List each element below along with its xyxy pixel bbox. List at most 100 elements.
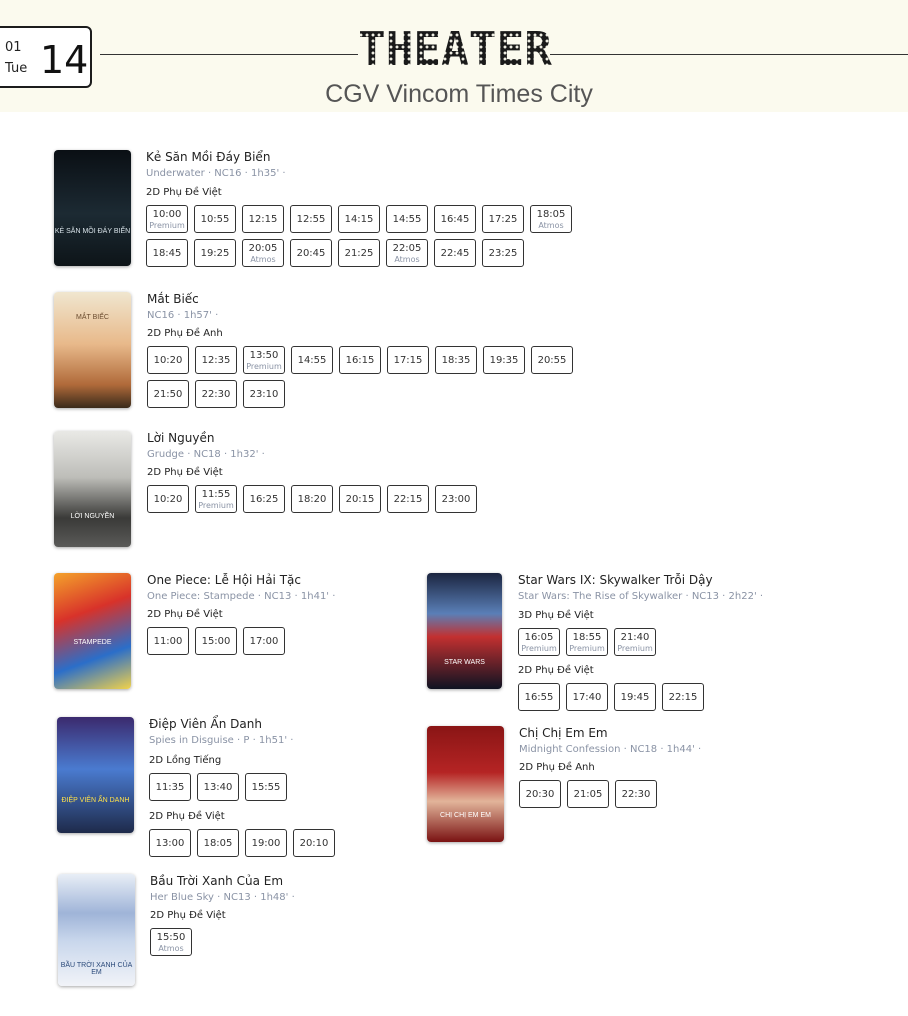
- date-month: 01: [5, 40, 22, 55]
- showtime-button[interactable]: 11:35: [149, 773, 191, 801]
- movie-meta: Spies in Disguise · P · 1h51' ·: [149, 735, 294, 746]
- showtime-button[interactable]: 15:50 Atmos: [150, 928, 192, 956]
- showtime-button[interactable]: 12:15: [242, 205, 284, 233]
- showtime-button[interactable]: 17:25: [482, 205, 524, 233]
- showtime-button[interactable]: 16:25: [243, 485, 285, 513]
- showtime-button[interactable]: 22:30: [195, 380, 237, 408]
- showtime-button[interactable]: 17:00: [243, 627, 285, 655]
- showtime-button[interactable]: 21:05: [567, 780, 609, 808]
- showtime-button[interactable]: 14:55: [291, 346, 333, 374]
- movie-title[interactable]: Star Wars IX: Skywalker Trỗi Dậy: [518, 573, 713, 587]
- showtime-button[interactable]: 16:15: [339, 346, 381, 374]
- movie-meta: Her Blue Sky · NC13 · 1h48' ·: [150, 892, 295, 903]
- showtime-button[interactable]: 18:35: [435, 346, 477, 374]
- showtime-button[interactable]: 17:15: [387, 346, 429, 374]
- showtime-button[interactable]: 16:55: [518, 683, 560, 711]
- showtime-time: 13:00: [155, 838, 185, 849]
- showtime-button[interactable]: 20:55: [531, 346, 573, 374]
- showtime-time: 20:05: [248, 243, 278, 254]
- movie-poster[interactable]: STAMPEDE: [54, 573, 131, 689]
- showtime-button[interactable]: 18:20: [291, 485, 333, 513]
- showtime-button[interactable]: 10:55: [194, 205, 236, 233]
- showtime-time: 15:50: [156, 932, 186, 943]
- showtime-button[interactable]: 20:15: [339, 485, 381, 513]
- showtime-button[interactable]: 20:10: [293, 829, 335, 857]
- movie-poster[interactable]: CHỊ CHỊ EM EM: [427, 726, 504, 842]
- showtime-time: 18:45: [152, 248, 182, 259]
- showtime-button[interactable]: 17:40: [566, 683, 608, 711]
- movie-poster[interactable]: LỜI NGUYỀN: [54, 431, 131, 547]
- showtime-time: 21:50: [153, 389, 183, 400]
- movie-title[interactable]: Chị Chị Em Em: [519, 726, 608, 740]
- showtime-button[interactable]: 20:05 Atmos: [242, 239, 284, 267]
- showtime-time: 22:15: [668, 692, 698, 703]
- showtime-button[interactable]: 23:25: [482, 239, 524, 267]
- showtime-time: 22:15: [393, 494, 423, 505]
- showtime-button[interactable]: 19:00: [245, 829, 287, 857]
- showtime-button[interactable]: 23:00: [435, 485, 477, 513]
- showtime-time: 23:10: [249, 389, 279, 400]
- showtime-time: 19:45: [620, 692, 650, 703]
- movie-poster[interactable]: STAR WARS: [427, 573, 502, 689]
- showtime-time: 21:40: [620, 632, 650, 643]
- showtime-button[interactable]: 11:00: [147, 627, 189, 655]
- movie-poster[interactable]: MẮT BIẾC: [54, 292, 131, 408]
- showtime-button[interactable]: 15:55: [245, 773, 287, 801]
- showtime-time: 16:45: [440, 214, 470, 225]
- showtime-button[interactable]: 18:05: [197, 829, 239, 857]
- showtime-time: 12:55: [296, 214, 326, 225]
- showtime-button[interactable]: 22:30: [615, 780, 657, 808]
- movie-title[interactable]: Điệp Viên Ẩn Danh: [149, 717, 262, 731]
- movie-title[interactable]: Bầu Trời Xanh Của Em: [150, 874, 283, 888]
- showtime-time: 16:55: [524, 692, 554, 703]
- showtime-button[interactable]: 22:15: [387, 485, 429, 513]
- showtime-button[interactable]: 10:20: [147, 346, 189, 374]
- showtime-button[interactable]: 21:25: [338, 239, 380, 267]
- movie-poster[interactable]: BẦU TRỜI XANH CỦA EM: [58, 874, 135, 986]
- showtime-button[interactable]: 13:40: [197, 773, 239, 801]
- showtime-button[interactable]: 18:45: [146, 239, 188, 267]
- showtime-button[interactable]: 19:45: [614, 683, 656, 711]
- showtime-button[interactable]: 22:05 Atmos: [386, 239, 428, 267]
- showtime-button[interactable]: 14:55: [386, 205, 428, 233]
- showtime-button[interactable]: 11:55 Premium: [195, 485, 237, 513]
- showtime-time: 18:05: [536, 209, 566, 220]
- poster-title-text: STAR WARS: [444, 659, 485, 666]
- showtime-button[interactable]: 21:50: [147, 380, 189, 408]
- showtime-button[interactable]: 15:00: [195, 627, 237, 655]
- format-label: 2D Phụ Đề Việt: [518, 665, 594, 676]
- movie-title[interactable]: Kẻ Săn Mồi Đáy Biển: [146, 150, 270, 164]
- movie-title[interactable]: Mắt Biếc: [147, 292, 199, 306]
- movie-title[interactable]: One Piece: Lễ Hội Hải Tặc: [147, 573, 301, 587]
- showtime-button[interactable]: 14:15: [338, 205, 380, 233]
- showtime-button[interactable]: 13:50 Premium: [243, 346, 285, 374]
- showtime-button[interactable]: 18:55 Premium: [566, 628, 608, 656]
- showtime-button[interactable]: 16:45: [434, 205, 476, 233]
- showtime-button[interactable]: 19:35: [483, 346, 525, 374]
- showtime-button[interactable]: 18:05 Atmos: [530, 205, 572, 233]
- showtime-button[interactable]: 10:00 Premium: [146, 205, 188, 233]
- movie-poster[interactable]: ĐIỆP VIÊN ẨN DANH: [57, 717, 134, 833]
- showtime-button[interactable]: 21:40 Premium: [614, 628, 656, 656]
- showtime-time: 11:00: [153, 636, 183, 647]
- showtime-button[interactable]: 19:25: [194, 239, 236, 267]
- movie-meta: Star Wars: The Rise of Skywalker · NC13 …: [518, 591, 764, 602]
- showtime-tag: Atmos: [394, 255, 420, 264]
- showtime-button[interactable]: 23:10: [243, 380, 285, 408]
- showtime-button[interactable]: 22:45: [434, 239, 476, 267]
- showtime-button[interactable]: 13:00: [149, 829, 191, 857]
- movie-title[interactable]: Lời Nguyền: [147, 431, 214, 445]
- showtime-button[interactable]: 16:05 Premium: [518, 628, 560, 656]
- movie-meta: Grudge · NC18 · 1h32' ·: [147, 449, 265, 460]
- showtime-button[interactable]: 20:30: [519, 780, 561, 808]
- showtime-button[interactable]: 22:15: [662, 683, 704, 711]
- showtime-time: 20:30: [525, 789, 555, 800]
- movie-poster[interactable]: KẺ SĂN MỒI ĐÁY BIỂN: [54, 150, 131, 266]
- showtime-time: 15:55: [251, 782, 281, 793]
- showtime-button[interactable]: 12:35: [195, 346, 237, 374]
- showtime-time: 16:05: [524, 632, 554, 643]
- showtime-button[interactable]: 12:55: [290, 205, 332, 233]
- showtime-button[interactable]: 10:20: [147, 485, 189, 513]
- poster-title-text: STAMPEDE: [73, 639, 112, 646]
- showtime-button[interactable]: 20:45: [290, 239, 332, 267]
